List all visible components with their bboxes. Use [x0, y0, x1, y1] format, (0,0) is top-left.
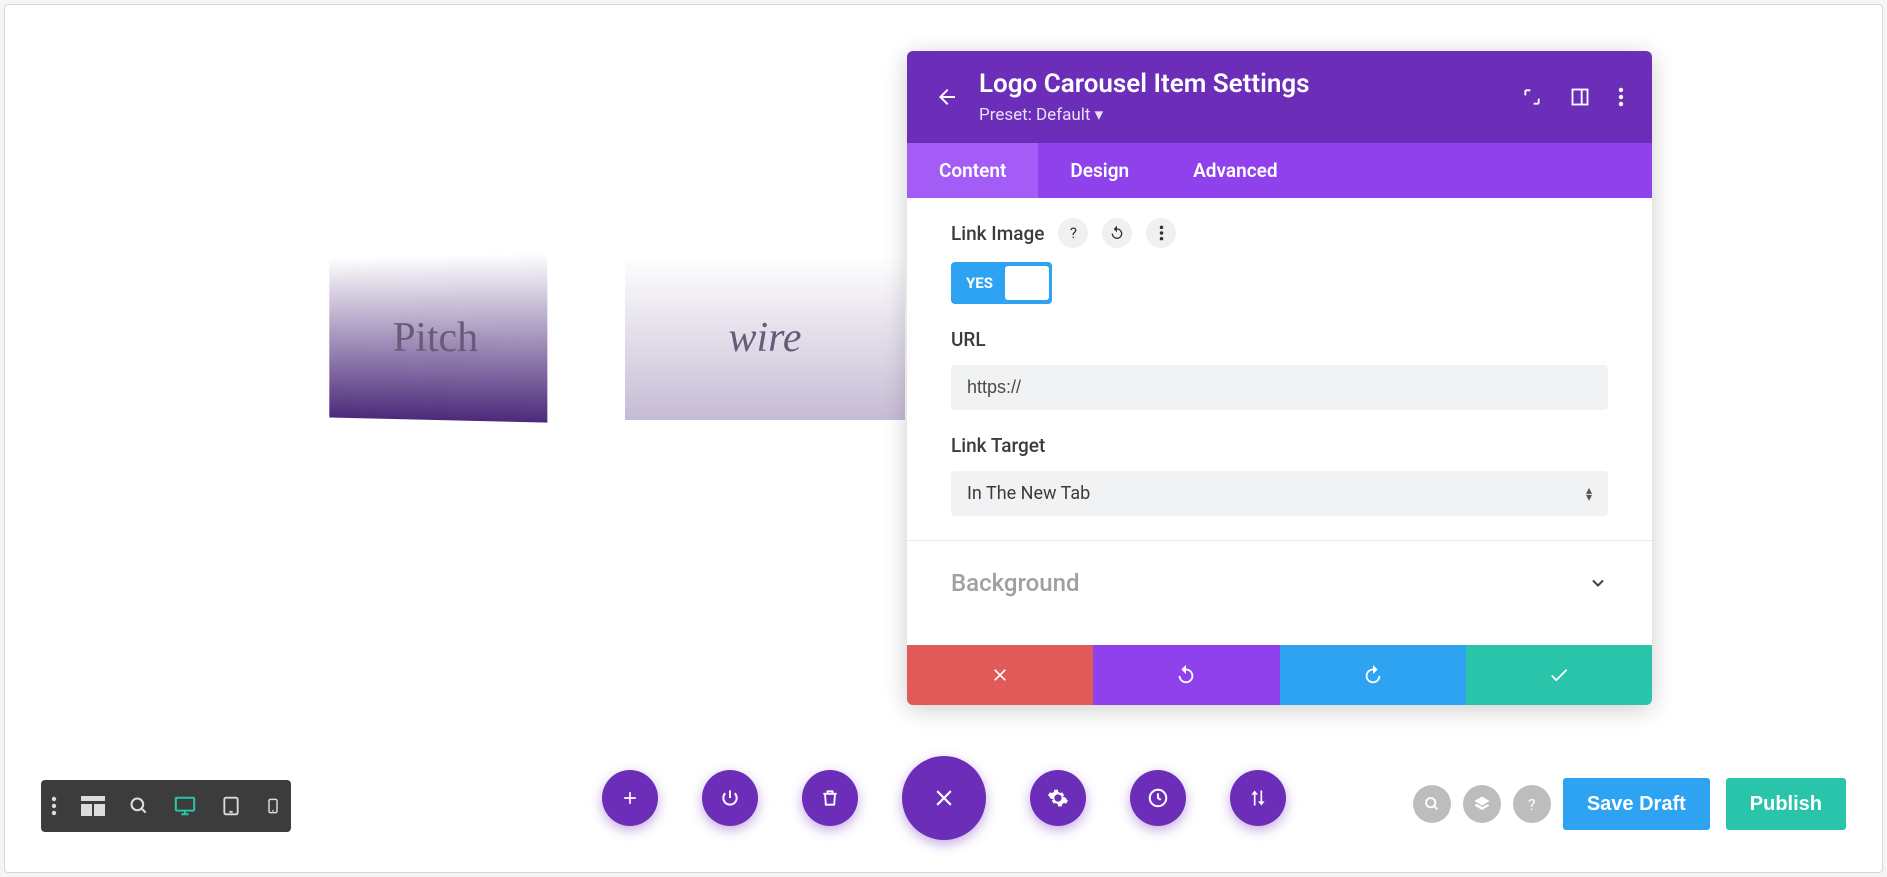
- tab-content[interactable]: Content: [907, 143, 1038, 198]
- link-image-toggle[interactable]: YES: [951, 262, 1052, 304]
- tablet-view-icon[interactable]: [221, 795, 241, 817]
- expand-icon[interactable]: [1522, 87, 1542, 107]
- builder-center-actions: [602, 756, 1286, 840]
- layers-button[interactable]: [1463, 785, 1501, 823]
- trash-button[interactable]: [802, 770, 858, 826]
- save-draft-button[interactable]: Save Draft: [1563, 778, 1710, 830]
- modal-footer: [907, 645, 1652, 705]
- logo-card-2[interactable]: wire: [625, 255, 905, 420]
- modal-title: Logo Carousel Item Settings: [979, 69, 1502, 99]
- confirm-button[interactable]: [1466, 645, 1652, 705]
- sort-button[interactable]: [1230, 770, 1286, 826]
- tab-design[interactable]: Design: [1038, 143, 1161, 198]
- back-icon[interactable]: [935, 85, 959, 109]
- publish-button[interactable]: Publish: [1726, 778, 1846, 830]
- accordion-background[interactable]: Background: [907, 540, 1652, 625]
- add-button[interactable]: [602, 770, 658, 826]
- help-button[interactable]: ?: [1513, 785, 1551, 823]
- builder-toolbar-left: [41, 780, 291, 832]
- link-image-label: Link Image: [951, 222, 1044, 245]
- redo-button[interactable]: [1280, 645, 1466, 705]
- modal-tabs: Content Design Advanced: [907, 143, 1652, 198]
- field-url: URL: [951, 328, 1608, 410]
- accordion-background-title: Background: [951, 569, 1080, 597]
- field-link-target: Link Target In The New Tab ▴▾: [951, 434, 1608, 516]
- modal-body: Link Image ? YES URL: [907, 198, 1652, 645]
- modal-preset[interactable]: Preset: Default ▾: [979, 105, 1502, 125]
- logo-text-2: wire: [728, 314, 801, 362]
- wireframe-icon[interactable]: [81, 796, 105, 816]
- power-button[interactable]: [702, 770, 758, 826]
- url-input[interactable]: [951, 365, 1608, 410]
- chevron-down-icon: [1588, 573, 1608, 593]
- logo-card-1[interactable]: Pitch: [329, 252, 547, 422]
- logo-carousel-preview: Pitch wire: [325, 255, 905, 420]
- link-target-label: Link Target: [951, 434, 1045, 457]
- undo-button[interactable]: [1093, 645, 1279, 705]
- snap-icon[interactable]: [1570, 87, 1590, 107]
- phone-view-icon[interactable]: [265, 795, 281, 817]
- search-button[interactable]: [1413, 785, 1451, 823]
- toggle-knob: [1005, 266, 1049, 300]
- close-builder-button[interactable]: [902, 756, 986, 840]
- tab-advanced[interactable]: Advanced: [1161, 143, 1309, 198]
- settings-button[interactable]: [1030, 770, 1086, 826]
- zoom-icon[interactable]: [129, 796, 149, 816]
- field-more-icon[interactable]: [1146, 218, 1176, 248]
- link-target-select[interactable]: In The New Tab: [951, 471, 1608, 516]
- toolbar-more-icon[interactable]: [51, 795, 57, 817]
- logo-text-1: Pitch: [393, 313, 479, 362]
- modal-header[interactable]: Logo Carousel Item Settings Preset: Defa…: [907, 51, 1652, 143]
- settings-modal: Logo Carousel Item Settings Preset: Defa…: [907, 51, 1652, 705]
- more-icon[interactable]: [1618, 87, 1624, 107]
- reset-icon[interactable]: [1102, 218, 1132, 248]
- toggle-yes-label: YES: [954, 274, 1005, 292]
- field-link-image: Link Image ? YES: [951, 218, 1608, 304]
- builder-right-actions: ? Save Draft Publish: [1413, 778, 1846, 830]
- page-frame: Pitch wire Logo Carousel Item Settings P…: [4, 4, 1883, 873]
- modal-header-icons: [1522, 87, 1624, 107]
- cancel-button[interactable]: [907, 645, 1093, 705]
- history-button[interactable]: [1130, 770, 1186, 826]
- desktop-view-icon[interactable]: [173, 795, 197, 817]
- url-label: URL: [951, 328, 986, 351]
- modal-title-wrap: Logo Carousel Item Settings Preset: Defa…: [979, 69, 1502, 125]
- help-icon[interactable]: ?: [1058, 218, 1088, 248]
